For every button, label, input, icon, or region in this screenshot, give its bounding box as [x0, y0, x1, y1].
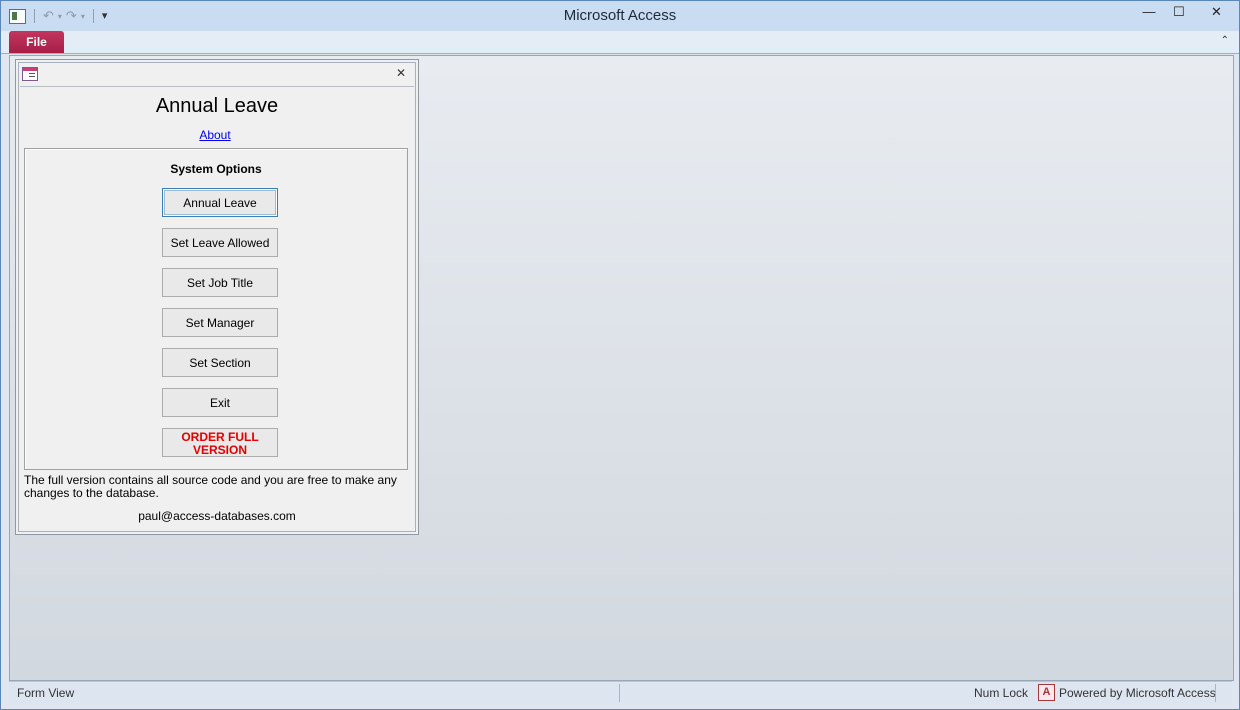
title-bar: ↶ ▾ ↷ ▾ ▾ Microsoft Access — ☐ ✕	[1, 1, 1239, 31]
form-title-bar: ✕	[20, 64, 414, 87]
about-link[interactable]: About	[16, 128, 414, 142]
status-bar: Form View Num Lock A Powered by Microsof…	[9, 681, 1232, 704]
access-logo-icon: A	[1038, 684, 1055, 701]
exit-button[interactable]: Exit	[162, 388, 278, 417]
form-title: Annual Leave	[155, 95, 279, 117]
order-full-version-button[interactable]: ORDER FULL VERSION	[162, 428, 278, 457]
info-text: The full version contains all source cod…	[24, 473, 397, 500]
powered-by-label: Powered by Microsoft Access	[1059, 685, 1216, 700]
set-leave-allowed-button[interactable]: Set Leave Allowed	[162, 228, 278, 257]
num-lock-status: Num Lock	[974, 686, 1029, 700]
close-icon[interactable]: ✕	[1194, 1, 1239, 25]
chevron-up-icon[interactable]: ⌃	[1221, 35, 1229, 46]
minimize-icon[interactable]: —	[1134, 1, 1164, 25]
form-window: ✕ Annual Leave About System Options Annu…	[15, 59, 419, 535]
set-section-button[interactable]: Set Section	[162, 348, 278, 377]
file-tab[interactable]: File	[9, 31, 64, 53]
status-divider	[1215, 684, 1216, 702]
options-title: System Options	[170, 162, 262, 176]
window-title: Microsoft Access	[563, 7, 677, 24]
order-button-line2: VERSION	[192, 443, 247, 457]
maximize-icon[interactable]: ☐	[1164, 1, 1194, 25]
status-divider	[619, 684, 620, 702]
close-icon[interactable]: ✕	[396, 66, 406, 80]
view-status: Form View	[17, 686, 75, 700]
set-job-title-button[interactable]: Set Job Title	[162, 268, 278, 297]
contact-email: paul@access-databases.com	[138, 509, 296, 523]
access-window: ↶ ▾ ↷ ▾ ▾ Microsoft Access — ☐ ✕ File ⌃ …	[0, 0, 1240, 710]
powered-by: A Powered by Microsoft Access	[1038, 684, 1216, 701]
system-options-group: System Options Annual Leave Set Leave Al…	[24, 148, 408, 470]
annual-leave-button[interactable]: Annual Leave	[162, 188, 278, 217]
window-controls: — ☐ ✕	[1134, 1, 1239, 25]
ribbon: File ⌃	[1, 31, 1239, 54]
form-icon	[22, 67, 38, 81]
set-manager-button[interactable]: Set Manager	[162, 308, 278, 337]
